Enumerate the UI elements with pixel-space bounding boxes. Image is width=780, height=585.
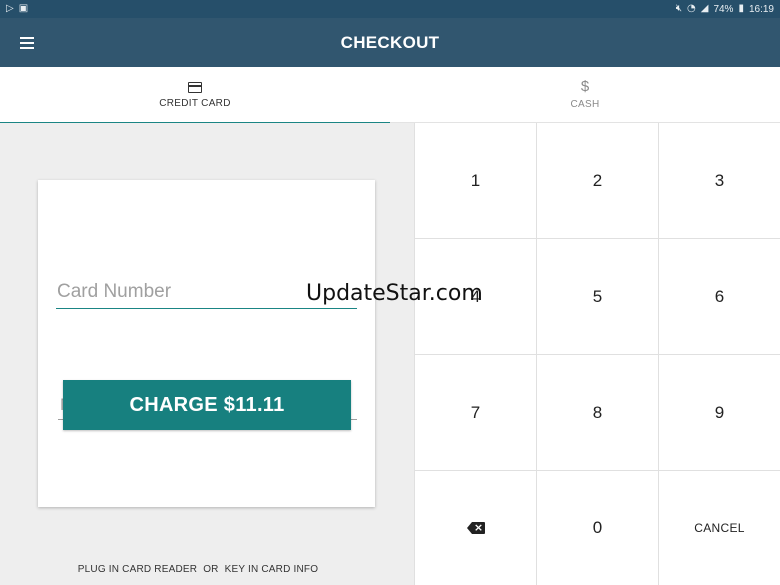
signal-icon: ◢ (700, 3, 709, 14)
app-bar: CHECKOUT (0, 18, 780, 67)
charge-button[interactable]: CHARGE $11.11 (63, 380, 351, 430)
cancel-key[interactable]: CANCEL (658, 471, 780, 585)
key-1[interactable]: 1 (414, 123, 536, 239)
page-title: CHECKOUT (340, 32, 440, 52)
numeric-keypad: 1 2 3 4 5 6 7 8 9 × 0 CANCEL (414, 123, 780, 585)
mute-icon: 🔇︎ (675, 3, 682, 14)
hamburger-menu-icon[interactable] (14, 30, 40, 56)
key-3[interactable]: 3 (658, 123, 780, 239)
hint-key-in: KEY IN CARD INFO (224, 564, 319, 575)
dollar-icon: $ (580, 78, 590, 95)
tab-credit-card-label: CREDIT CARD (159, 97, 231, 109)
tab-credit-card[interactable]: CREDIT CARD (0, 67, 390, 124)
status-bar: ▷ ▣ 🔇︎ ◔ ◢ 74% ▮ 16:19 (0, 0, 780, 18)
payment-tabs: CREDIT CARD $ CASH (0, 67, 780, 124)
clock: 16:19 (748, 3, 774, 15)
wifi-icon: ◔ (687, 3, 696, 14)
key-4[interactable]: 4 (414, 239, 536, 355)
gallery-icon: ▣ (18, 3, 29, 14)
key-6[interactable]: 6 (658, 239, 780, 355)
card-entry-pane: CHARGE $11.11 PLUG IN CARD READER OR KEY I… (0, 123, 414, 585)
key-2[interactable]: 2 (536, 123, 658, 239)
tab-cash-label: CASH (570, 99, 600, 110)
tab-cash[interactable]: $ CASH (390, 67, 780, 123)
key-9[interactable]: 9 (658, 355, 780, 471)
hint-or: OR (203, 564, 219, 575)
battery-percent: 74% (713, 3, 734, 15)
key-7[interactable]: 7 (414, 355, 536, 471)
key-5[interactable]: 5 (536, 239, 658, 355)
backspace-icon: × (466, 521, 485, 534)
credit-card-icon (188, 81, 202, 93)
backspace-key[interactable]: × (414, 471, 536, 585)
hint-plug-in: PLUG IN CARD READER (77, 564, 198, 575)
play-store-icon: ▷ (6, 3, 14, 14)
card-entry-hint: PLUG IN CARD READER OR KEY IN CARD INFO (0, 564, 396, 575)
card-number-field[interactable] (56, 275, 357, 309)
key-0[interactable]: 0 (536, 471, 658, 585)
card-form: CHARGE $11.11 (38, 180, 375, 507)
battery-icon: ▮ (738, 3, 744, 14)
key-8[interactable]: 8 (536, 355, 658, 471)
